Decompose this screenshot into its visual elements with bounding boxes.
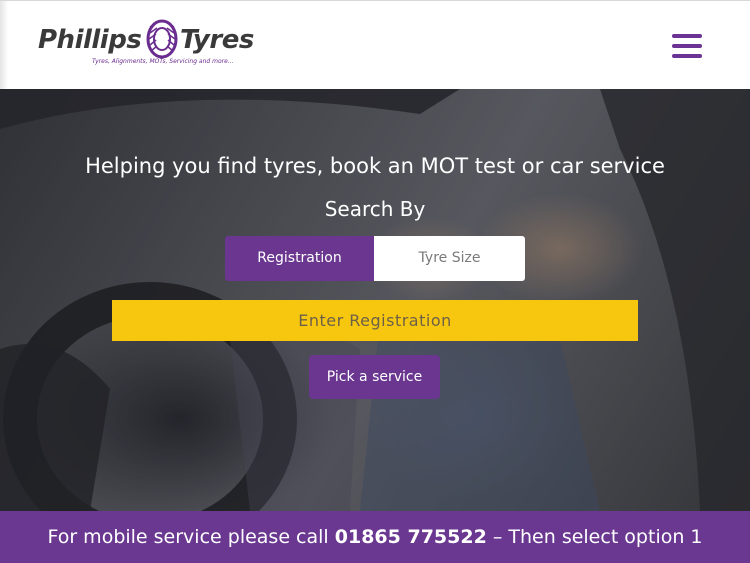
hamburger-menu-icon[interactable] [670,34,704,60]
logo-word-left: Phillips [38,25,142,55]
pick-a-service-button[interactable]: Pick a service [309,355,440,399]
tab-registration[interactable]: Registration [225,236,374,281]
mobile-service-text-before: For mobile service please call [47,526,329,548]
tab-tyre-size[interactable]: Tyre Size [374,236,525,281]
hero-headline: Helping you find tyres, book an MOT test… [85,154,665,178]
logo-tagline: Tyres, Alignments, MOTs, Servicing and m… [92,58,234,65]
phillips-tyres-logo[interactable]: Phillips Tyres Tyres, Alignments, MOTs, … [38,19,278,71]
mobile-service-text-after: – Then select option 1 [492,526,703,548]
tyre-icon [146,19,178,59]
search-type-tabs: Registration Tyre Size [225,236,525,281]
search-by-label: Search By [324,197,426,221]
hero-banner: Helping you find tyres, book an MOT test… [0,89,750,511]
logo-word-right: Tyres [180,25,254,55]
mobile-service-bar: For mobile service please call 01865 775… [0,511,750,563]
mobile-service-phone-link[interactable]: 01865 775522 [335,526,487,548]
registration-input[interactable] [112,300,638,341]
site-header: Phillips Tyres Tyres, Alignments, MOTs, … [0,0,750,89]
